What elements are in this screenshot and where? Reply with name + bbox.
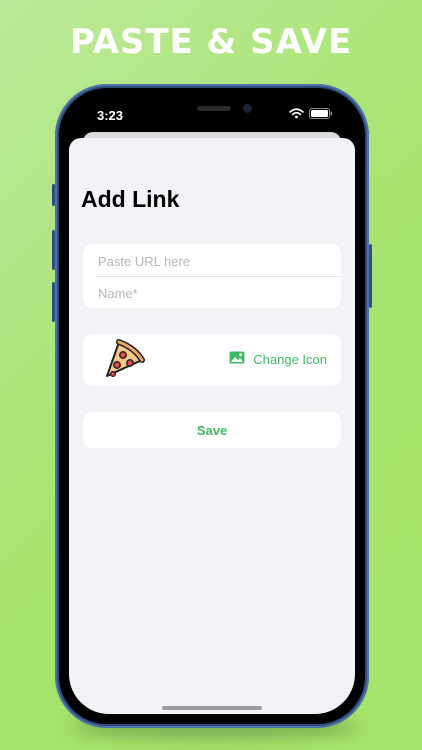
icon-card: Change Icon <box>83 334 341 386</box>
side-button-volume-up <box>52 230 55 270</box>
link-form-card <box>83 244 341 308</box>
wifi-icon <box>289 106 304 124</box>
side-button-power <box>369 244 372 308</box>
earpiece-speaker <box>197 106 231 111</box>
add-link-sheet: Add Link Paste URL here Name* Change Ico… <box>69 138 355 714</box>
phone-bezel: 3:23 Add Link Paste URL here Name* Chang… <box>59 88 365 724</box>
sheet-title: Add Link <box>81 186 180 212</box>
form-divider <box>95 276 341 277</box>
status-icons <box>289 106 333 124</box>
pizza-slice-icon <box>97 338 145 389</box>
image-icon <box>229 351 245 367</box>
change-icon-label: Change Icon <box>253 351 327 367</box>
battery-icon <box>309 106 333 124</box>
name-input[interactable] <box>98 283 328 303</box>
promo-headline: PASTE & SAVE <box>69 22 353 62</box>
url-input[interactable] <box>98 251 328 271</box>
front-camera <box>243 104 252 113</box>
phone-frame: 3:23 Add Link Paste URL here Name* Chang… <box>52 84 372 728</box>
save-button[interactable]: Save <box>83 412 341 448</box>
phone-screen: 3:23 Add Link Paste URL here Name* Chang… <box>69 98 355 714</box>
status-time: 3:23 <box>97 108 124 123</box>
home-indicator <box>162 706 262 710</box>
side-button-volume-down <box>52 282 55 322</box>
side-button-silent <box>52 184 55 206</box>
change-icon-button[interactable]: Change Icon <box>229 351 327 367</box>
